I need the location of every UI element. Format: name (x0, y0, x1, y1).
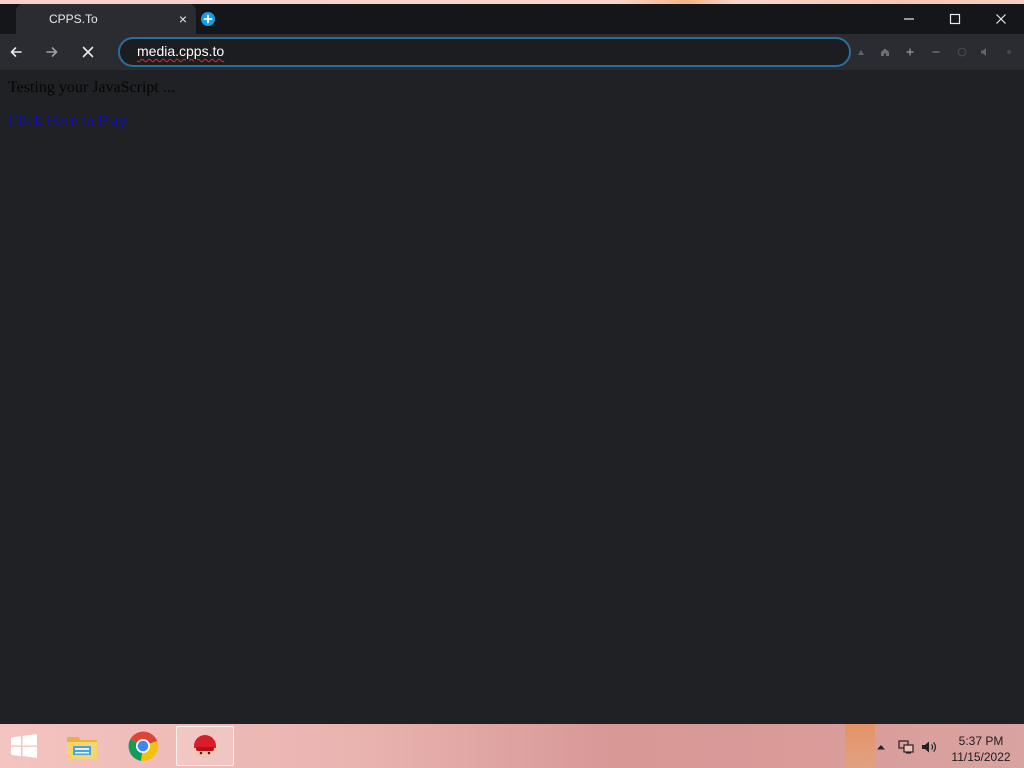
browser-window: CPPS.To × media.cpps.to Testing your Jav… (0, 4, 1024, 724)
record-icon[interactable] (956, 46, 968, 58)
back-button[interactable] (2, 38, 30, 66)
browser-toolbar: media.cpps.to (0, 34, 1024, 70)
taskbar-clock[interactable]: 5:37 PM 11/15/2022 (940, 733, 1022, 765)
zoom-out-icon[interactable] (930, 46, 942, 58)
tab-cpps[interactable]: CPPS.To × (16, 4, 196, 34)
network-icon[interactable] (898, 740, 914, 754)
menu-icon[interactable] (1003, 46, 1015, 58)
title-bar: CPPS.To × (0, 4, 1024, 34)
taskbar-file-explorer[interactable] (53, 726, 111, 766)
home-icon[interactable] (879, 46, 891, 58)
zoom-in-icon[interactable] (904, 46, 916, 58)
minimize-button[interactable] (886, 4, 932, 34)
close-window-button[interactable] (978, 4, 1024, 34)
taskbar-chrome[interactable] (114, 726, 172, 766)
address-bar-url[interactable]: media.cpps.to (137, 43, 224, 59)
tab-close-icon[interactable]: × (174, 10, 192, 28)
start-button[interactable] (0, 726, 48, 766)
address-bar[interactable]: media.cpps.to (118, 37, 851, 67)
chrome-icon (128, 731, 159, 762)
cpps-app-icon (194, 735, 216, 758)
url-text: media.cpps.to (137, 43, 225, 59)
show-hidden-icons-icon[interactable] (876, 740, 886, 754)
play-link[interactable]: Click Here to Play (8, 113, 127, 131)
taskbar: 5:37 PM 11/15/2022 (0, 724, 1024, 768)
clock-date: 11/15/2022 (951, 750, 1011, 764)
forward-arrow-icon (46, 47, 58, 57)
audio-icon[interactable] (979, 46, 991, 58)
forward-button[interactable] (38, 38, 66, 66)
extensions-icon[interactable] (855, 46, 867, 58)
new-tab-icon[interactable] (201, 12, 215, 26)
clock-time: 5:37 PM (958, 734, 1004, 748)
windows-start-icon (11, 734, 37, 758)
tab-title: CPPS.To (49, 12, 98, 26)
stop-icon (82, 46, 94, 58)
volume-icon[interactable] (921, 740, 937, 754)
stop-loading-button[interactable] (74, 38, 102, 66)
javascript-test-message: Testing your JavaScript ... (8, 79, 175, 96)
page-content: Testing your JavaScript ... Click Here t… (0, 70, 1024, 724)
file-explorer-icon (67, 737, 97, 759)
back-arrow-icon (10, 47, 22, 57)
close-icon (996, 14, 1006, 24)
maximize-icon (949, 13, 961, 25)
minimize-icon (904, 18, 914, 20)
taskbar-cpps-app[interactable] (176, 726, 234, 766)
wallpaper-accent (845, 724, 875, 768)
maximize-button[interactable] (932, 4, 978, 34)
